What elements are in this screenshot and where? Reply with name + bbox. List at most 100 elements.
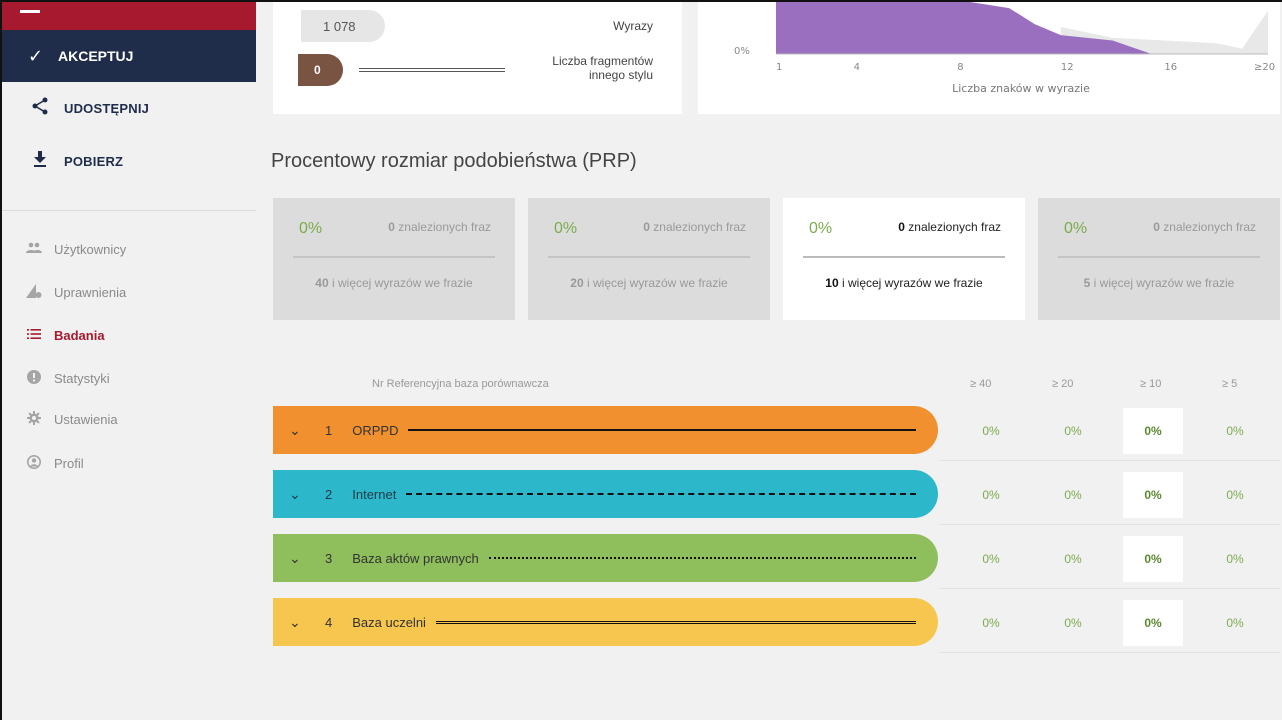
prp-separator — [803, 256, 1005, 258]
sidebar-item-label: Użytkownicy — [54, 241, 127, 257]
prp-percent: 0% — [809, 220, 833, 237]
double-line-marker — [359, 68, 505, 72]
reference-name: ORPPD — [352, 422, 399, 438]
sidebar-item-users[interactable]: Użytkownicy — [2, 234, 256, 264]
row-divider — [939, 652, 1280, 653]
prp-box[interactable]: 0% 0 znalezionych fraz 20 i więcej wyrazów… — [528, 198, 770, 320]
other-style-count-badge: 0 — [298, 54, 343, 86]
user-circle-icon — [26, 454, 42, 472]
column-header-20: ≥ 20 — [1052, 378, 1074, 390]
chart-x-tick: 1 — [776, 62, 782, 73]
column-header-10: ≥ 10 — [1140, 378, 1162, 390]
prp-words-count: 40 — [315, 276, 329, 290]
prp-words-text: i więcej wyrazów we frazie — [328, 276, 473, 290]
reference-number: 2 — [325, 486, 333, 502]
reference-row[interactable]: ⌄ 4 Baza uczelni — [273, 598, 938, 646]
reference-row[interactable]: ⌄ 3 Baza aktów prawnych — [273, 534, 938, 582]
prp-box[interactable]: 0% 0 znalezionych fraz 10 i więcej wyrazów… — [783, 198, 1025, 320]
sidebar-item-research[interactable]: Badania — [2, 320, 256, 350]
sidebar-item-statistics[interactable]: Statystyki — [2, 363, 256, 393]
download-icon — [30, 150, 50, 172]
share-icon — [30, 97, 50, 120]
prp-found-text: znalezionych fraz — [649, 220, 746, 234]
reference-name: Baza aktów prawnych — [352, 550, 479, 566]
line-style-marker — [408, 429, 916, 431]
similarity-percent-cell: 0% — [1226, 552, 1244, 566]
sidebar-item-permissions[interactable]: Uprawnienia — [2, 277, 256, 307]
other-style-label-line2: innego stylu — [588, 68, 653, 82]
similarity-percent-cell: 0% — [1226, 616, 1244, 630]
prp-words-threshold: 5 i więcej wyrazów we frazie — [1038, 276, 1280, 290]
prp-found-phrases: 0 znalezionych fraz — [388, 220, 491, 234]
words-count-badge: 1 078 — [301, 10, 385, 42]
prp-words-text: i więcej wyrazów we frazie — [583, 276, 728, 290]
prp-separator — [293, 256, 495, 258]
similarity-percent-cell: 0% — [1226, 488, 1244, 502]
chevron-down-icon[interactable]: ⌄ — [289, 486, 305, 503]
similarity-percent-cell: 0% — [982, 616, 1000, 630]
similarity-percent-cell: 0% — [1123, 472, 1183, 518]
share-button[interactable]: UDOSTĘPNIJ — [2, 86, 256, 130]
prp-box[interactable]: 0% 0 znalezionych fraz 40 i więcej wyrazów… — [273, 198, 515, 320]
accept-label: AKCEPTUJ — [58, 48, 134, 64]
chevron-down-icon[interactable]: ⌄ — [289, 614, 305, 631]
prp-words-text: i więcej wyrazów we frazie — [838, 276, 983, 290]
row-divider — [939, 460, 1280, 461]
words-count-value: 1 078 — [323, 18, 356, 34]
table-header-ref: Nr Referencyjna baza porównawcza — [372, 378, 549, 390]
sidebar-top-bar — [2, 2, 256, 30]
prp-words-threshold: 40 i więcej wyrazów we frazie — [273, 276, 515, 290]
prp-box[interactable]: 0% 0 znalezionych fraz 5 i więcej wyrazów … — [1038, 198, 1280, 320]
chart-x-tick: ≥20 — [1254, 62, 1275, 73]
menu-icon[interactable] — [20, 10, 40, 13]
sidebar-item-label: Statystyki — [54, 370, 110, 386]
permissions-icon — [26, 283, 42, 301]
other-style-count-value: 0 — [314, 63, 321, 77]
chart-x-axis-title: Liczba znaków w wyrazie — [952, 82, 1090, 95]
prp-found-text: znalezionych fraz — [394, 220, 491, 234]
similarity-percent-cell: 0% — [1123, 408, 1183, 454]
similarity-percent-cell: 0% — [982, 552, 1000, 566]
chart-area-series-0 — [776, 2, 1152, 54]
line-style-marker — [406, 493, 916, 495]
sidebar-item-profile[interactable]: Profil — [2, 448, 256, 478]
prp-words-text: i więcej wyrazów we frazie — [1090, 276, 1235, 290]
row-divider — [939, 524, 1280, 525]
sidebar-divider — [2, 210, 256, 211]
accept-button[interactable]: ✓ AKCEPTUJ — [2, 30, 256, 82]
prp-found-count: 0 — [1153, 220, 1160, 234]
sidebar: ✓ AKCEPTUJ UDOSTĘPNIJ POBIERZ Użytkownic… — [2, 2, 256, 720]
reference-row[interactable]: ⌄ 1 ORPPD — [273, 406, 938, 454]
share-label: UDOSTĘPNIJ — [64, 100, 150, 116]
reference-name: Internet — [352, 486, 397, 502]
chart-x-tick: 8 — [957, 62, 963, 73]
reference-number: 4 — [325, 614, 333, 630]
sidebar-item-label: Badania — [54, 327, 105, 343]
reference-number: 1 — [325, 422, 333, 438]
download-button[interactable]: POBIERZ — [2, 139, 256, 183]
chart-x-tick: 16 — [1164, 62, 1177, 73]
reference-name: Baza uczelni — [352, 614, 426, 630]
prp-found-phrases: 0 znalezionych fraz — [898, 220, 1001, 234]
main-content: 1 078 Wyrazy 0 Liczba fragmentów innego … — [256, 2, 1282, 720]
chevron-down-icon[interactable]: ⌄ — [289, 422, 305, 439]
prp-percent: 0% — [554, 220, 578, 237]
prp-found-text: znalezionych fraz — [904, 220, 1001, 234]
sidebar-item-label: Ustawienia — [54, 411, 118, 427]
prp-words-threshold: 20 i więcej wyrazów we frazie — [528, 276, 770, 290]
prp-found-text: znalezionych fraz — [1159, 220, 1256, 234]
sidebar-item-settings[interactable]: Ustawienia — [2, 404, 256, 434]
similarity-percent-cell: 0% — [982, 488, 1000, 502]
download-label: POBIERZ — [64, 153, 124, 169]
alert-circle-icon — [26, 369, 42, 387]
chart-x-tick: 12 — [1061, 62, 1074, 73]
similarity-percent-cell: 0% — [1064, 616, 1082, 630]
line-style-marker — [488, 557, 916, 559]
check-icon: ✓ — [28, 45, 44, 66]
reference-row[interactable]: ⌄ 2 Internet — [273, 470, 938, 518]
similarity-percent-cell: 0% — [1123, 536, 1183, 582]
similarity-percent-cell: 0% — [1226, 424, 1244, 438]
prp-found-count: 0 — [388, 220, 395, 234]
text-stats-card: 1 078 Wyrazy 0 Liczba fragmentów innego … — [273, 2, 682, 114]
chevron-down-icon[interactable]: ⌄ — [289, 550, 305, 567]
